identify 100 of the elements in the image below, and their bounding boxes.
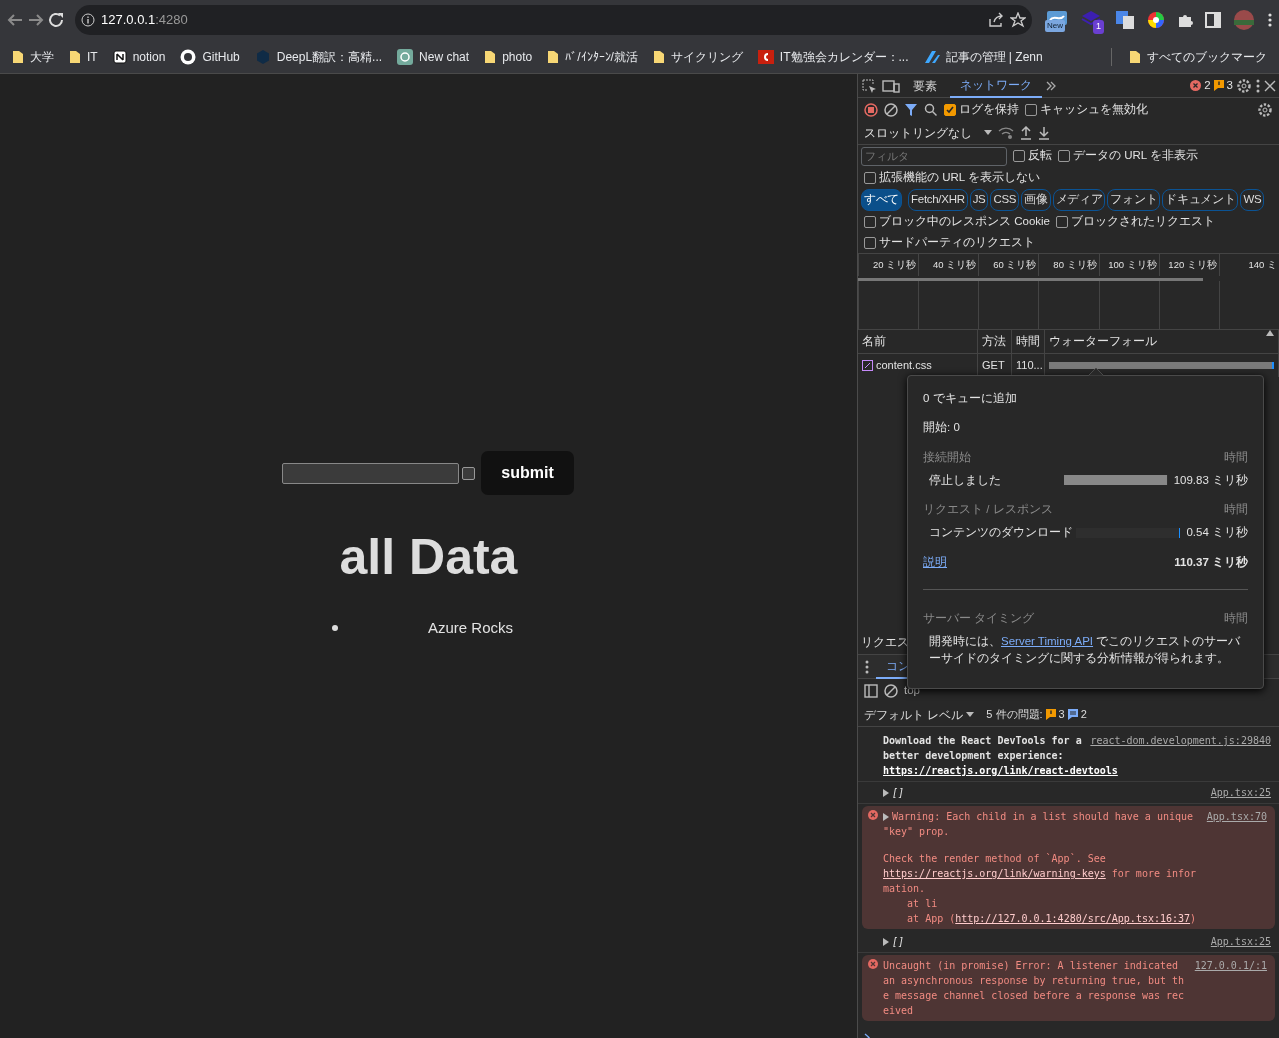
sidebar-toggle-icon[interactable] bbox=[864, 684, 878, 698]
column-header[interactable]: 名前 bbox=[858, 330, 978, 353]
source-link[interactable]: App.tsx:25 bbox=[1210, 934, 1271, 949]
more-icon[interactable] bbox=[1267, 12, 1273, 28]
column-header[interactable]: 方法 bbox=[978, 330, 1012, 353]
share-icon[interactable] bbox=[988, 12, 1004, 28]
console-link[interactable]: https://reactjs.org/link/react-devtools bbox=[883, 765, 1118, 776]
type-filter[interactable]: 画像 bbox=[1021, 189, 1051, 211]
expand-arrow-icon[interactable] bbox=[883, 789, 889, 797]
type-filter[interactable]: フォント bbox=[1107, 189, 1161, 211]
bookmark[interactable]: New chat bbox=[391, 45, 476, 68]
bookmark[interactable]: GitHub bbox=[174, 45, 246, 68]
type-filter[interactable]: Fetch/XHR bbox=[908, 189, 968, 211]
calendar-icon bbox=[757, 49, 774, 64]
reload-icon[interactable] bbox=[48, 12, 66, 28]
forward-arrow-icon[interactable] bbox=[27, 12, 45, 28]
bookmark[interactable]: IT bbox=[63, 45, 104, 68]
console-link[interactable]: http://127.0.0.1:4280/src/App.tsx:16:37 bbox=[955, 913, 1191, 924]
warning-icon bbox=[1045, 709, 1056, 720]
checkbox-option[interactable]: キャッシュを無効化 bbox=[1025, 100, 1148, 119]
bookmark[interactable]: notion bbox=[106, 45, 172, 68]
back-arrow-icon[interactable] bbox=[6, 12, 24, 28]
console-text: Check the render method of `App`. See https://reactjs.org/link/warning-keys for more information. bbox=[883, 852, 1198, 896]
source-link[interactable]: react-dom.development.js:29840 bbox=[1090, 733, 1271, 748]
more-tabs-icon[interactable] bbox=[1045, 79, 1057, 92]
search-icon[interactable] bbox=[924, 102, 938, 117]
kebab-icon[interactable] bbox=[864, 659, 870, 674]
checkbox-option[interactable]: ブロックされたリクエスト bbox=[1056, 212, 1215, 231]
settings-icon[interactable] bbox=[1257, 101, 1273, 118]
clear-icon[interactable] bbox=[884, 102, 898, 117]
checkbox-option[interactable]: 拡張機能の URL を表示しない bbox=[864, 169, 1040, 187]
bookmark[interactable]: 大学 bbox=[6, 45, 60, 68]
status-text: リクエス bbox=[861, 634, 909, 650]
star-icon[interactable] bbox=[1010, 12, 1026, 28]
console-link[interactable]: https://reactjs.org/link/warning-keys bbox=[883, 868, 1106, 879]
checkbox-option[interactable]: ログを保持 bbox=[944, 100, 1019, 119]
bookmark[interactable]: DeepL翻訳：高精... bbox=[248, 45, 389, 68]
checkbox[interactable] bbox=[462, 466, 476, 480]
panel-tab[interactable]: 要素 bbox=[903, 74, 947, 98]
extension-button[interactable]: New bbox=[1047, 8, 1069, 32]
download-icon[interactable] bbox=[1038, 125, 1050, 140]
console-text: [] bbox=[883, 785, 1203, 800]
record-stop-icon[interactable] bbox=[864, 102, 878, 117]
timeline-tick: 100 ミリ秒 bbox=[1098, 254, 1159, 276]
timeline-tick: 120 ミリ秒 bbox=[1158, 254, 1219, 276]
type-filter[interactable]: WS bbox=[1240, 189, 1265, 211]
close-icon[interactable] bbox=[1264, 79, 1276, 92]
source-link[interactable]: App.tsx:25 bbox=[1210, 785, 1271, 800]
type-filter[interactable]: CSS bbox=[990, 189, 1020, 211]
timing-value: 0.54 ミリ秒 bbox=[1186, 525, 1248, 541]
timing-value: 109.83 ミリ秒 bbox=[1173, 472, 1248, 488]
sidebar-icon[interactable] bbox=[1205, 12, 1221, 28]
upload-icon[interactable] bbox=[1020, 125, 1032, 140]
deepl-icon bbox=[254, 48, 271, 65]
type-filter[interactable]: メディア bbox=[1052, 189, 1106, 211]
source-link[interactable]: App.tsx:70 bbox=[1206, 809, 1267, 824]
kebab-icon[interactable] bbox=[1255, 78, 1261, 93]
wifi-settings-icon[interactable] bbox=[998, 126, 1014, 139]
filter-icon[interactable] bbox=[904, 102, 918, 117]
bookmark[interactable]: サイクリング bbox=[646, 45, 749, 68]
issues-button[interactable]: 5 件の問題: 3 2 bbox=[986, 706, 1087, 723]
checkbox-option[interactable]: サードパーティのリクエスト bbox=[864, 233, 1035, 252]
total-time: 110.37 ミリ秒 bbox=[1174, 554, 1248, 570]
bookmark[interactable]: photo bbox=[478, 45, 539, 68]
section-title: 接続開始 bbox=[923, 449, 971, 465]
device-icon[interactable] bbox=[882, 77, 900, 94]
column-header[interactable]: ウォーターフォール bbox=[1045, 330, 1279, 353]
type-filter[interactable]: JS bbox=[969, 189, 989, 211]
expand-arrow-icon[interactable] bbox=[883, 813, 889, 821]
explain-link[interactable]: 説明 bbox=[923, 553, 947, 571]
address-bar[interactable]: 127.0.0.1:4280 bbox=[75, 5, 1032, 35]
info-message-icon bbox=[1067, 709, 1078, 720]
bookmark[interactable]: ﾊﾞ/ｲﾝﾀｰﾝ/就活 bbox=[541, 45, 644, 68]
filter-field[interactable]: フィルタ bbox=[861, 146, 1007, 166]
folder-icon bbox=[12, 49, 24, 64]
folder-icon bbox=[1129, 49, 1141, 64]
source-link[interactable]: 127.0.0.1/:1 bbox=[1194, 958, 1267, 973]
type-filter[interactable]: ドキュメント bbox=[1162, 189, 1239, 211]
settings-icon[interactable] bbox=[1236, 77, 1252, 94]
bookmark[interactable]: 記事の管理 | Zenn bbox=[917, 45, 1049, 68]
panel-tab[interactable]: ネットワーク bbox=[950, 74, 1042, 98]
color-wheel-icon[interactable] bbox=[1147, 11, 1165, 29]
column-header[interactable]: 時間 bbox=[1012, 330, 1045, 353]
console-text: at li bbox=[906, 897, 939, 911]
extension-button[interactable]: 1 bbox=[1081, 8, 1103, 32]
bookmark[interactable]: IT勉強会カレンダー：... bbox=[751, 45, 915, 68]
text-input[interactable] bbox=[282, 462, 460, 484]
type-filter[interactable]: すべて bbox=[861, 189, 903, 211]
puzzle-icon[interactable] bbox=[1177, 12, 1193, 28]
throttling-dropdown[interactable]: スロットリングなし bbox=[864, 123, 992, 142]
checkbox-option[interactable]: データの URL を非表示 bbox=[1058, 147, 1198, 165]
bookmark[interactable]: すべてのブックマーク bbox=[1123, 45, 1273, 68]
expand-arrow-icon[interactable] bbox=[883, 938, 889, 946]
checkbox-option[interactable]: 反転 bbox=[1013, 147, 1052, 165]
submit-button[interactable]: submit bbox=[481, 451, 574, 495]
clear-icon[interactable] bbox=[884, 684, 898, 698]
log-level-dropdown[interactable]: デフォルト レベル bbox=[864, 705, 975, 724]
checkbox-option[interactable]: ブロック中のレスポンス Cookie bbox=[864, 212, 1050, 231]
translate-icon[interactable] bbox=[1115, 10, 1135, 30]
server-timing-link[interactable]: Server Timing API bbox=[1001, 635, 1094, 647]
